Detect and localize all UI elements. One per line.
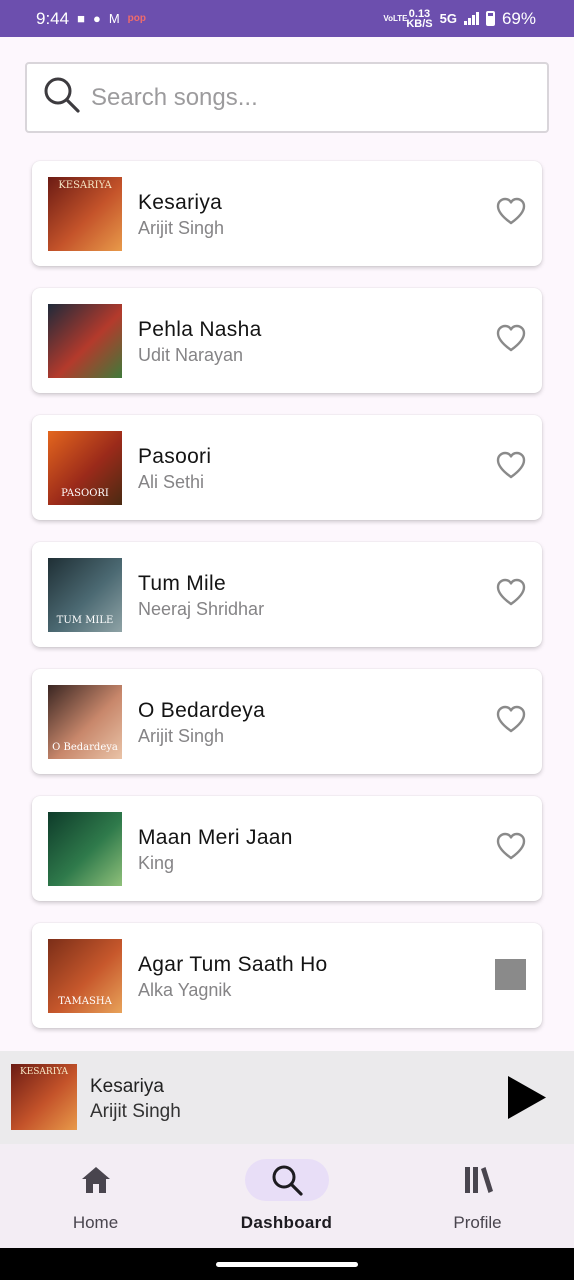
- play-icon: [508, 1076, 546, 1119]
- now-playing-artist: Arijit Singh: [90, 1101, 181, 1122]
- album-art: O Bedardeya: [48, 685, 122, 759]
- home-icon: [81, 1167, 110, 1193]
- now-playing-album-art: KESARIYA: [11, 1064, 77, 1130]
- favorite-button[interactable]: [496, 324, 526, 357]
- song-title: Tum Mile: [138, 572, 226, 595]
- song-artist: Ali Sethi: [138, 472, 205, 492]
- status-right: VoLTE 0.13 KB/S 5G 69%: [383, 7, 536, 30]
- speed-unit: KB/S: [406, 17, 433, 30]
- search-input[interactable]: [91, 83, 511, 112]
- favorite-button[interactable]: [496, 197, 526, 230]
- song-title: Pasoori: [138, 445, 212, 468]
- song-title: Agar Tum Saath Ho: [138, 953, 328, 976]
- song-title: Maan Meri Jaan: [138, 826, 293, 849]
- song-title: O Bedardeya: [138, 699, 266, 722]
- album-art-label: PASOORI: [61, 488, 109, 499]
- gesture-handle[interactable]: [216, 1262, 358, 1267]
- nav-dashboard-pill: [244, 1159, 329, 1201]
- search-bar[interactable]: [25, 62, 549, 133]
- song-artist: King: [138, 853, 175, 873]
- speed-value: 0.13: [408, 7, 431, 20]
- song-title: Pehla Nasha: [138, 318, 262, 341]
- now-playing-bar[interactable]: KESARIYA Kesariya Arijit Singh: [0, 1051, 574, 1144]
- now-playing-title: Kesariya: [90, 1076, 164, 1097]
- album-art-label: KESARIYA: [58, 180, 112, 191]
- app-leaf-icon: ●: [92, 11, 101, 26]
- now-playing-art-label: KESARIYA: [19, 1067, 69, 1077]
- nav-profile-pill: [436, 1159, 520, 1201]
- song-card[interactable]: KESARIYA Kesariya Arijit Singh: [32, 161, 542, 266]
- heart-icon: [496, 451, 526, 484]
- favorite-button[interactable]: [496, 578, 526, 611]
- favorite-button[interactable]: [496, 451, 526, 484]
- favorite-button[interactable]: [496, 705, 526, 738]
- album-art-label: TAMASHA: [58, 996, 112, 1007]
- nav-label-profile: Profile: [453, 1213, 502, 1232]
- status-bar: 9:44 ■ ● M pop VoLTE 0.13 KB/S 5G 69%: [0, 0, 574, 37]
- album-art: [48, 304, 122, 378]
- song-artist: Arijit Singh: [138, 218, 225, 238]
- nav-item-home[interactable]: Home: [0, 1144, 191, 1248]
- network-speed: 0.13 KB/S: [406, 7, 433, 30]
- status-time: 9:44: [36, 8, 70, 28]
- song-card[interactable]: O Bedardeya O Bedardeya Arijit Singh: [32, 669, 542, 774]
- song-card[interactable]: PASOORI Pasoori Ali Sethi: [32, 415, 542, 520]
- nav-label-dashboard: Dashboard: [240, 1213, 333, 1232]
- library-icon: [464, 1167, 493, 1193]
- album-art: [48, 812, 122, 886]
- network-type: 5G: [439, 10, 457, 26]
- song-artist: Udit Narayan: [138, 345, 244, 365]
- album-art: TAMASHA: [48, 939, 122, 1013]
- battery-percent: 69%: [501, 8, 536, 28]
- video-icon: ■: [77, 11, 85, 26]
- song-title: Kesariya: [138, 191, 223, 214]
- gesture-navigation-area: [0, 1248, 574, 1280]
- song-artist: Arijit Singh: [138, 726, 225, 746]
- search-icon: [272, 1165, 303, 1196]
- heart-icon: [496, 578, 526, 611]
- mail-icon: M: [108, 11, 120, 26]
- stop-button[interactable]: [495, 959, 526, 990]
- song-card[interactable]: Pehla Nasha Udit Narayan: [32, 288, 542, 393]
- song-card[interactable]: Maan Meri Jaan King: [32, 796, 542, 901]
- pop-app-icon: pop: [127, 13, 146, 24]
- nav-item-dashboard[interactable]: Dashboard: [191, 1144, 382, 1248]
- status-left: 9:44 ■ ● M pop: [36, 9, 146, 29]
- favorite-button[interactable]: [496, 832, 526, 865]
- nav-item-profile[interactable]: Profile: [382, 1144, 573, 1248]
- nav-home-pill: [54, 1159, 138, 1201]
- album-art-label: TUM MILE: [56, 615, 114, 626]
- heart-icon: [496, 705, 526, 738]
- album-art-label: O Bedardeya: [52, 742, 118, 753]
- search-icon: [43, 76, 81, 119]
- album-art: PASOORI: [48, 431, 122, 505]
- song-artist: Neeraj Shridhar: [138, 599, 265, 619]
- play-button[interactable]: [506, 1076, 546, 1119]
- battery-icon: [485, 11, 495, 26]
- heart-icon: [496, 197, 526, 230]
- song-card[interactable]: TAMASHA Agar Tum Saath Ho Alka Yagnik: [32, 923, 542, 1028]
- song-artist: Alka Yagnik: [138, 980, 232, 1000]
- signal-icon: [463, 12, 479, 25]
- song-card[interactable]: TUM MILE Tum Mile Neeraj Shridhar: [32, 542, 542, 647]
- heart-icon: [496, 832, 526, 865]
- heart-icon: [496, 324, 526, 357]
- album-art: TUM MILE: [48, 558, 122, 632]
- bottom-navigation: Home Dashboard Profile: [0, 1144, 574, 1248]
- album-art: KESARIYA: [48, 177, 122, 251]
- nav-label-home: Home: [72, 1213, 119, 1232]
- volte-icon: VoLTE: [383, 14, 408, 23]
